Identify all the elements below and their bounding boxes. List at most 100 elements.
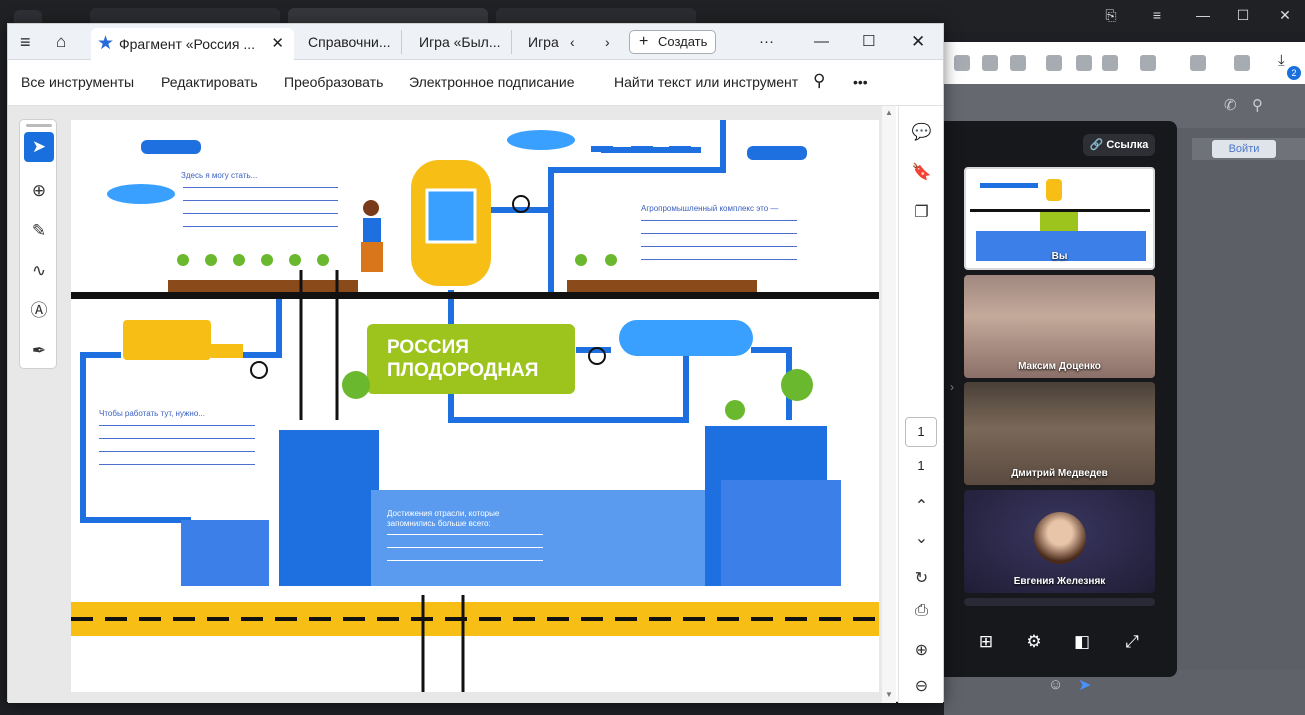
sign-icon[interactable]: ✒ bbox=[24, 336, 54, 366]
freehand-draw-icon[interactable]: ∿ bbox=[24, 256, 54, 286]
rotate-icon[interactable]: ↻ bbox=[899, 568, 944, 588]
tab-game-2[interactable]: Игра bbox=[518, 30, 569, 54]
tab-bar: ≡ ⌂ ★ Фрагмент «Россия ... ✕ Справочни..… bbox=[8, 24, 943, 60]
collections-icon[interactable] bbox=[1190, 55, 1206, 71]
copy-link-button[interactable]: 🔗 Ссылка bbox=[1083, 134, 1155, 156]
find-tool-label[interactable]: Найти текст или инструмент bbox=[614, 74, 798, 90]
gauge bbox=[250, 361, 268, 379]
blue-tank bbox=[619, 320, 753, 356]
drone bbox=[747, 146, 807, 160]
copy-icon[interactable] bbox=[982, 55, 998, 71]
command-menubar: Все инструменты Редактировать Преобразов… bbox=[8, 60, 943, 106]
menu-icon[interactable]: ≡ bbox=[1146, 6, 1168, 24]
pip-icon[interactable]: ◧ bbox=[1070, 630, 1094, 654]
extension-icon[interactable] bbox=[1234, 55, 1250, 71]
sprinklers bbox=[591, 146, 691, 152]
hamburger-menu-icon[interactable]: ≡ bbox=[20, 30, 31, 54]
text-icon[interactable] bbox=[1010, 55, 1026, 71]
apps-icon[interactable] bbox=[954, 55, 970, 71]
chevron-down-icon[interactable]: ⌄ bbox=[899, 528, 944, 548]
zoom-out-icon[interactable] bbox=[1046, 55, 1062, 71]
poster-text-can-become: Здесь я могу стать... bbox=[181, 171, 258, 180]
select-cursor-icon[interactable]: ➤ bbox=[24, 132, 54, 162]
tab-active-document[interactable]: ★ Фрагмент «Россия ... ✕ bbox=[91, 28, 294, 60]
maximize-icon[interactable]: ☐ bbox=[862, 30, 875, 54]
search-icon[interactable]: ⚲ bbox=[1252, 96, 1263, 114]
drone bbox=[141, 140, 201, 154]
emoji-icon[interactable]: ☺ bbox=[1048, 676, 1063, 693]
pdf-viewer-window: ≡ ⌂ ★ Фрагмент «Россия ... ✕ Справочни..… bbox=[7, 23, 944, 703]
menu-more-icon[interactable]: ••• bbox=[853, 74, 868, 90]
gear-icon[interactable]: ⚙ bbox=[1022, 630, 1046, 654]
copy-link-label: Ссылка bbox=[1106, 139, 1149, 151]
participant-name: Дмитрий Медведев bbox=[1011, 468, 1108, 479]
plus-icon: + bbox=[639, 33, 649, 50]
russia-fertile-badge bbox=[367, 324, 575, 394]
bookmark-icon[interactable] bbox=[1140, 55, 1156, 71]
mic-icon[interactable] bbox=[1102, 55, 1118, 71]
maximize-icon[interactable]: ☐ bbox=[1232, 6, 1254, 24]
participant-name: Евгения Железняк bbox=[1013, 576, 1106, 587]
search-icon[interactable]: ⚲ bbox=[813, 71, 825, 91]
create-button[interactable]: + Создать bbox=[629, 30, 716, 54]
comments-icon[interactable]: 💬 bbox=[899, 122, 944, 142]
tab-game-1[interactable]: Игра «Был... bbox=[409, 30, 512, 54]
minimize-icon[interactable]: — bbox=[814, 30, 829, 54]
scroll-up-icon[interactable]: ▲ bbox=[885, 108, 893, 117]
menu-e-sign[interactable]: Электронное подписание bbox=[409, 74, 575, 90]
participant-tile[interactable]: Дмитрий Медведев bbox=[964, 382, 1155, 485]
bookmarks-icon[interactable]: 🔖 bbox=[899, 162, 944, 182]
participant-tile[interactable] bbox=[964, 598, 1155, 606]
menu-all-tools[interactable]: Все инструменты bbox=[21, 74, 134, 90]
minimize-icon[interactable]: — bbox=[1192, 6, 1214, 24]
video-icon[interactable] bbox=[1076, 55, 1092, 71]
download-icon[interactable]: ⤓ bbox=[1278, 52, 1285, 69]
badge-line-1: РОССИЯ bbox=[387, 337, 469, 358]
phone-icon[interactable]: ✆ bbox=[1224, 96, 1237, 114]
fullscreen-icon[interactable]: ⤢ bbox=[1120, 630, 1144, 654]
control-box bbox=[123, 320, 211, 360]
scroll-down-icon[interactable]: ▼ bbox=[885, 690, 893, 699]
zoom-out-icon[interactable]: ⊖ bbox=[899, 676, 944, 696]
menu-edit[interactable]: Редактировать bbox=[161, 74, 258, 90]
chevron-right-icon[interactable]: › bbox=[950, 380, 954, 394]
grid-view-icon[interactable]: ⊞ bbox=[974, 630, 998, 654]
right-sidebar: 💬 🔖 ❐ ⌃ ⌄ ↻ ⎙ ⊕ ⊖ bbox=[898, 106, 943, 703]
text-select-icon[interactable]: Ⓐ bbox=[24, 296, 54, 326]
star-icon: ★ bbox=[97, 33, 115, 54]
tab-reference[interactable]: Справочни... bbox=[298, 30, 402, 54]
participant-name: Максим Доценко bbox=[1018, 361, 1101, 372]
pin-icon[interactable]: ⎘ bbox=[1100, 6, 1122, 24]
more-options-icon[interactable]: ··· bbox=[759, 30, 774, 54]
close-window-icon[interactable]: ✕ bbox=[911, 30, 925, 54]
vertical-scrollbar[interactable]: ▲ ▼ bbox=[882, 106, 896, 703]
cloud bbox=[107, 184, 175, 204]
highlight-pen-icon[interactable]: ✎ bbox=[24, 216, 54, 246]
chevron-up-icon[interactable]: ⌃ bbox=[899, 496, 944, 516]
page-settings-icon[interactable]: ⎙ bbox=[899, 602, 944, 620]
pdf-page: Здесь я могу стать... Агропромышленный к… bbox=[71, 120, 879, 692]
participant-tile[interactable]: Максим Доценко bbox=[964, 275, 1155, 378]
pages-icon[interactable]: ❐ bbox=[899, 202, 944, 222]
chevron-right-icon[interactable]: › bbox=[605, 30, 610, 54]
tab-label: Фрагмент «Россия ... bbox=[119, 36, 256, 52]
close-tab-icon[interactable]: ✕ bbox=[271, 28, 284, 60]
join-button[interactable]: Войти bbox=[1212, 140, 1276, 158]
drag-handle[interactable] bbox=[26, 124, 52, 127]
participant-name: Вы bbox=[1051, 251, 1068, 262]
menu-convert[interactable]: Преобразовать bbox=[284, 74, 383, 90]
participant-tile-self[interactable]: Вы bbox=[964, 167, 1155, 270]
add-comment-icon[interactable]: ⊕ bbox=[24, 176, 54, 206]
cloud bbox=[507, 130, 575, 150]
zoom-in-icon[interactable]: ⊕ bbox=[899, 640, 944, 660]
chevron-left-icon[interactable]: ‹ bbox=[570, 30, 575, 54]
total-pages: 1 bbox=[917, 458, 925, 473]
current-page-input[interactable]: 1 bbox=[905, 417, 937, 447]
send-icon[interactable]: ➤ bbox=[1078, 675, 1091, 695]
close-icon[interactable]: ✕ bbox=[1274, 6, 1296, 24]
poster-text-work-here: Чтобы работать тут, нужно... bbox=[99, 409, 205, 418]
floor-beam bbox=[71, 292, 879, 299]
badge-line-2: ПЛОДОРОДНАЯ bbox=[387, 360, 539, 381]
home-icon[interactable]: ⌂ bbox=[56, 30, 66, 54]
create-label: Создать bbox=[658, 34, 708, 49]
